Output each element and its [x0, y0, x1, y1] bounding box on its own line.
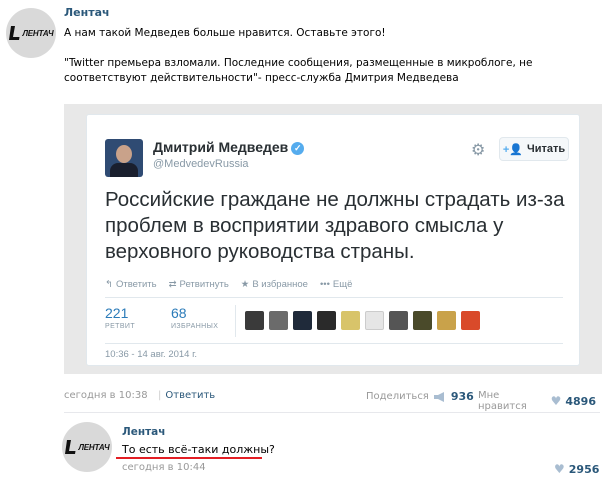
comment-author[interactable]: Лентач [122, 426, 165, 438]
post-author[interactable]: Лентач [64, 6, 110, 19]
favorites-count: 68 [171, 305, 187, 321]
comment-divider [64, 412, 600, 413]
lentach-logo-icon [65, 440, 76, 454]
post-text-line1: А нам такой Медведев больше нравится. Ос… [64, 27, 386, 39]
follow-button: +👤 Читать [499, 137, 569, 161]
favoriter-avatar [365, 311, 384, 330]
tweet-actions: ↰ Ответить ⇄ Ретвитнуть ★ В избранное ••• Ещ… [105, 279, 352, 290]
comment-text: То есть всё-таки должны? [122, 443, 275, 456]
share-label: Поделиться [366, 391, 429, 402]
gear-icon: ⚙ [471, 140, 486, 159]
favoriter-avatar [461, 311, 480, 330]
follow-plus-icon: +👤 [502, 143, 523, 156]
share-count: 936 [450, 390, 474, 403]
favoriter-avatar [389, 311, 408, 330]
like-label: Мне нравится [478, 390, 527, 412]
retweets-label: РЕТВИТ [105, 323, 135, 330]
favorites-label: ИЗБРАННЫХ [171, 323, 219, 330]
tweet-author-handle: @MedvedevRussia [153, 158, 249, 170]
comment-avatar[interactable]: ЛЕНТАЧ [62, 422, 112, 472]
more-dots-icon: ••• [319, 279, 330, 290]
stats-divider [235, 305, 236, 337]
tweet-body: Российские граждане не должны страдать и… [105, 188, 565, 263]
tweet-divider [105, 297, 563, 298]
tweet-date: 10:36 - 14 авг. 2014 г. [105, 349, 198, 360]
tweet-author-avatar [105, 139, 143, 177]
tweet-action-more: ••• Ещё [319, 279, 353, 290]
like-button[interactable]: Мне нравится ♥ 4896 [478, 390, 596, 412]
retweets-stat: 221 РЕТВИТ [105, 305, 165, 330]
tweet-card: Дмитрий Медведев ✓ @MedvedevRussia ⚙ +👤 Ч… [86, 114, 580, 366]
tweet-action-reply: ↰ Ответить [105, 279, 157, 290]
favoriters-avatars [245, 311, 480, 330]
post-text-line2: "Twitter премьера взломали. Последние со… [64, 57, 533, 84]
favoriter-avatar [341, 311, 360, 330]
like-count: 4896 [565, 394, 596, 408]
favoriter-avatar [437, 311, 456, 330]
tweet-screenshot[interactable]: Дмитрий Медведев ✓ @MedvedevRussia ⚙ +👤 Ч… [64, 104, 602, 374]
comment-like-button[interactable]: ♥ 2956 [554, 462, 599, 476]
favoriter-avatar [269, 311, 288, 330]
favorites-stat: 68 ИЗБРАННЫХ [171, 305, 231, 330]
comment-like-count: 2956 [568, 462, 600, 476]
tweet-divider [105, 343, 563, 344]
tweet-action-retweet: ⇄ Ретвитнуть [168, 279, 229, 290]
post-text: А нам такой Медведев больше нравится. Ос… [64, 26, 604, 86]
favoriter-avatar [413, 311, 432, 330]
favoriter-avatar [317, 311, 336, 330]
star-icon: ★ [240, 279, 250, 290]
post-date[interactable]: сегодня в 10:38 [64, 390, 148, 401]
lentach-logo-icon [9, 26, 20, 40]
red-underline [116, 457, 262, 459]
avatar[interactable]: ЛЕНТАЧ [6, 8, 56, 58]
comment-date[interactable]: сегодня в 10:44 [122, 462, 206, 473]
reply-arrow-icon: ↰ [105, 279, 113, 290]
megaphone-icon [433, 391, 444, 402]
heart-icon: ♥ [550, 394, 562, 408]
heart-icon: ♥ [554, 462, 565, 476]
verified-badge-icon: ✓ [291, 141, 305, 155]
logo-text: ЛЕНТАЧ [22, 28, 54, 38]
favoriter-avatar [293, 311, 312, 330]
retweets-count: 221 [105, 305, 129, 321]
retweet-icon: ⇄ [168, 279, 177, 290]
tweet-author-name: Дмитрий Медведев ✓ [153, 139, 305, 155]
favoriter-avatar [245, 311, 264, 330]
tweet-action-favorite: ★ В избранное [240, 279, 308, 290]
share-button[interactable]: Поделиться 936 [366, 390, 474, 403]
reply-link[interactable]: Ответить [158, 390, 215, 401]
logo-text: ЛЕНТАЧ [78, 442, 110, 452]
